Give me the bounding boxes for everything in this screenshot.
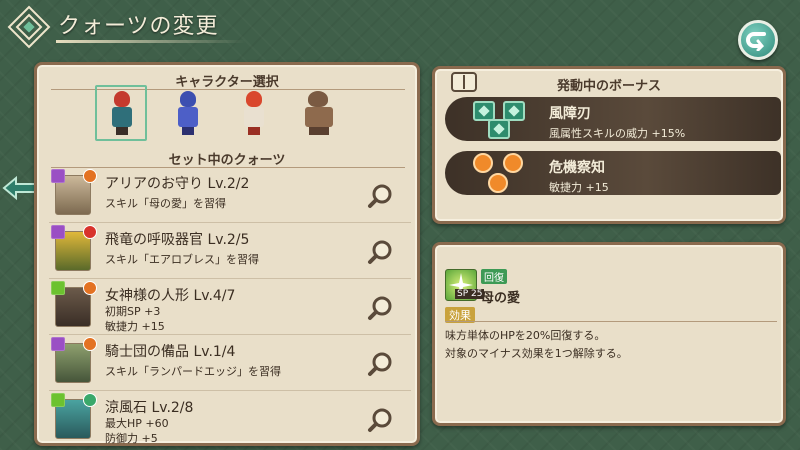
element-icon [83, 337, 97, 351]
magnify-icon[interactable] [367, 351, 393, 377]
set-quartz-title: セット中のクォーツ [168, 153, 286, 168]
quartz-desc: スキル「母の愛」を習得 [105, 197, 226, 210]
element-icon [83, 225, 97, 239]
character-slot-2[interactable] [165, 87, 209, 139]
character-row [89, 85, 349, 141]
magnify-icon[interactable] [367, 239, 393, 265]
page-title: クォーツの変更 [58, 14, 219, 39]
magnify-icon[interactable] [367, 407, 393, 433]
title-underline [56, 40, 246, 43]
quartz-desc: 初期SP +3 [105, 305, 161, 318]
magnify-icon[interactable] [367, 295, 393, 321]
bonus-name: 風障刃 [549, 106, 591, 122]
quartz-type-icon [51, 169, 65, 183]
skill-category-badge: 回復 [481, 269, 507, 284]
quartz-name: アリアのお守り Lv.2/2 [105, 176, 250, 192]
sun-icon [503, 153, 523, 173]
skill-detail-panel: SP 25 回復 母の愛 効果 味方単体のHPを20%回復する。 対象のマイナス… [432, 242, 786, 426]
gem-icon [503, 101, 525, 121]
sun-icon [473, 153, 493, 173]
quartz-desc: 敏捷力 +15 [105, 320, 165, 333]
quartz-type-icon [51, 393, 65, 407]
quartz-name: 女神様の人形 Lv.4/7 [105, 288, 236, 304]
character-slot-1[interactable] [95, 85, 147, 141]
quartz-item-4[interactable]: 騎士団の備品 Lv.1/4 スキル「ランパードエッジ」を習得 [49, 337, 411, 391]
bonus-title: 発動中のボーナス [556, 79, 661, 94]
divider [51, 167, 405, 168]
quartz-panel: キャラクター選択 セット中のクォーツ アリアのお守り Lv.2/2 スキル「母の… [34, 62, 420, 446]
character-sprite [303, 91, 335, 135]
magnify-icon[interactable] [367, 183, 393, 209]
back-arrow-icon [746, 32, 766, 51]
effect-text-line: 対象のマイナス効果を1つ解除する。 [445, 347, 628, 360]
character-slot-4[interactable] [297, 87, 341, 139]
quartz-name: 飛竜の呼吸器官 Lv.2/5 [105, 232, 250, 248]
element-icon [83, 281, 97, 295]
quartz-desc: 防御力 +5 [105, 432, 158, 445]
bonus-desc: 風属性スキルの威力 +15% [549, 127, 686, 140]
gem-icon [488, 119, 510, 139]
quartz-name: 涼風石 Lv.2/8 [105, 400, 194, 416]
effect-text-line: 味方単体のHPを20%回復する。 [445, 329, 606, 342]
sun-icon [488, 173, 508, 193]
element-icon [83, 393, 97, 407]
character-sprite [109, 91, 135, 135]
bonus-panel: 発動中のボーナス 風障刃 風属性スキルの威力 +15% 危機察知 敏捷力 +15 [432, 66, 786, 224]
back-button[interactable] [738, 20, 778, 60]
screen-header: クォーツの変更 [0, 0, 260, 50]
quartz-item-3[interactable]: 女神様の人形 Lv.4/7 初期SP +3 敏捷力 +15 [49, 281, 411, 335]
quartz-desc: スキル「エアロブレス」を習得 [105, 253, 259, 266]
bonus-item-2: 危機察知 敏捷力 +15 [445, 151, 781, 195]
character-slot-3[interactable] [231, 87, 275, 139]
gem-icon [473, 101, 495, 121]
quartz-item-1[interactable]: アリアのお守り Lv.2/2 スキル「母の愛」を習得 [49, 169, 411, 223]
bonus-item-1: 風障刃 風属性スキルの威力 +15% [445, 97, 781, 141]
element-icon [83, 169, 97, 183]
quartz-type-icon [51, 337, 65, 351]
quartz-type-icon [51, 281, 65, 295]
quartz-item-5[interactable]: 涼風石 Lv.2/8 最大HP +60 防御力 +5 [49, 393, 411, 447]
bonus-name: 危機察知 [549, 160, 605, 176]
quartz-type-icon [51, 225, 65, 239]
divider [445, 321, 777, 322]
quartz-desc: 最大HP +60 [105, 417, 169, 430]
character-sprite [241, 91, 267, 135]
quartz-name: 騎士団の備品 Lv.1/4 [105, 344, 236, 360]
quartz-desc: スキル「ランパードエッジ」を習得 [105, 365, 281, 378]
ornament-icon [7, 5, 51, 49]
skill-name: 母の愛 [481, 291, 521, 306]
character-sprite [175, 91, 201, 135]
bonus-desc: 敏捷力 +15 [549, 181, 609, 194]
quartz-item-2[interactable]: 飛竜の呼吸器官 Lv.2/5 スキル「エアロブレス」を習得 [49, 225, 411, 279]
